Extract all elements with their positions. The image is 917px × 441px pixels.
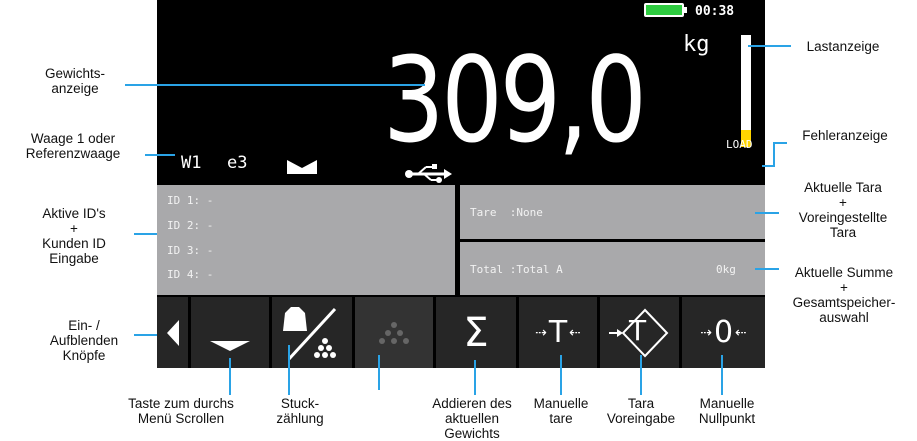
- leader-manuelle-tare: [560, 355, 562, 395]
- load-label: LOAD: [726, 138, 753, 151]
- leader-stueck: [288, 345, 290, 395]
- label-gewichtsanzeige: Gewichts- anzeige: [44, 66, 105, 96]
- piece-count-icon: [283, 306, 337, 360]
- battery-tip: [684, 7, 687, 13]
- sigma-icon: Σ: [463, 309, 489, 356]
- leader-gewichtsanzeige: [125, 84, 425, 86]
- leader-fehleranzeige-h: [773, 142, 787, 144]
- label-scroll: Taste zum durchs Menü Scrollen: [128, 396, 234, 426]
- leader-lastanzeige: [748, 45, 791, 47]
- label-ein-aus: Ein- / Aufblenden Knöpfe: [49, 318, 119, 363]
- manual-tare-button[interactable]: ⇢ T ⇠: [519, 297, 597, 368]
- label-fehleranzeige: Fehleranzeige: [802, 128, 888, 143]
- label-manuelle-nullpunkt: Manuelle Nullpunkt: [698, 396, 756, 426]
- leader-ein-aus: [134, 334, 157, 336]
- leader-fehleranzeige-v: [773, 142, 775, 167]
- triangle-left-icon: [166, 319, 179, 346]
- accuracy-class: e3: [227, 153, 248, 173]
- zero-arrow-right-icon: ⇠: [735, 324, 747, 341]
- leader-waage: [145, 154, 175, 156]
- leader-scroll: [229, 358, 231, 395]
- total-value: 0kg: [716, 263, 736, 276]
- tare-text: Tare :None: [470, 206, 543, 219]
- label-aktive-ids: Aktive ID's + Kunden ID Eingabe: [42, 206, 106, 266]
- leader-fehleranzeige-b: [762, 165, 775, 167]
- total-text: Total :Total A: [470, 263, 563, 276]
- weight-readout: 309,0: [383, 31, 647, 169]
- dots-icon: [379, 321, 409, 344]
- manual-tare-label: T: [548, 315, 568, 350]
- id-line-1: ID 1: -: [167, 194, 214, 207]
- label-addieren: Addieren des aktuellen Gewichts: [432, 396, 512, 441]
- label-aktuelle-tara: Aktuelle Tara + Voreingestellte Tara: [798, 180, 888, 240]
- usb-icon: [405, 164, 452, 183]
- scale-id: W1: [181, 153, 202, 173]
- leader-manuelle-nullpunkt: [721, 355, 723, 395]
- label-tara-voreingabe: Tara Voreingabe: [606, 396, 676, 426]
- leader-aktuelle-tara: [755, 212, 779, 214]
- preset-tare-label: T: [629, 314, 647, 347]
- clock: 00:38: [695, 4, 735, 19]
- disabled-button[interactable]: [355, 297, 433, 368]
- id-line-4: ID 4: -: [167, 268, 214, 281]
- label-lastanzeige: Lastanzeige: [806, 39, 880, 54]
- leader-aktuelle-summe: [755, 268, 779, 270]
- id-line-3: ID 3: -: [167, 244, 214, 257]
- leader-tara-voreingabe: [640, 355, 642, 395]
- id-line-2: ID 2: -: [167, 219, 214, 232]
- load-bar: [741, 35, 751, 147]
- hide-show-button[interactable]: [157, 297, 188, 368]
- net-weight-icon: [287, 160, 317, 174]
- label-manuelle-tare: Manuelle tare: [533, 396, 589, 426]
- leader-aktive-ids: [134, 233, 157, 235]
- zero-arrow-left-icon: ⇢: [700, 324, 712, 341]
- tare-arrow-left-icon: ⇢: [535, 324, 547, 341]
- piece-count-button[interactable]: [272, 297, 352, 368]
- tare-arrow-right-icon: ⇠: [569, 324, 581, 341]
- label-stueck: Stuck- zählung: [276, 396, 324, 426]
- sum-button[interactable]: Σ: [436, 297, 516, 368]
- battery-icon: [644, 3, 684, 17]
- label-waage: Waage 1 oder Referenzwaage: [25, 131, 121, 161]
- leader-disabled: [378, 355, 380, 390]
- leader-addieren: [474, 360, 476, 395]
- scroll-down-icon: [210, 341, 250, 351]
- manual-zero-button[interactable]: ⇢ 0 ⇠: [682, 297, 765, 368]
- manual-zero-label: 0: [713, 315, 734, 350]
- unit-label: kg: [683, 32, 710, 57]
- label-aktuelle-summe: Aktuelle Summe + Gesamtspeicher- auswahl: [792, 265, 896, 325]
